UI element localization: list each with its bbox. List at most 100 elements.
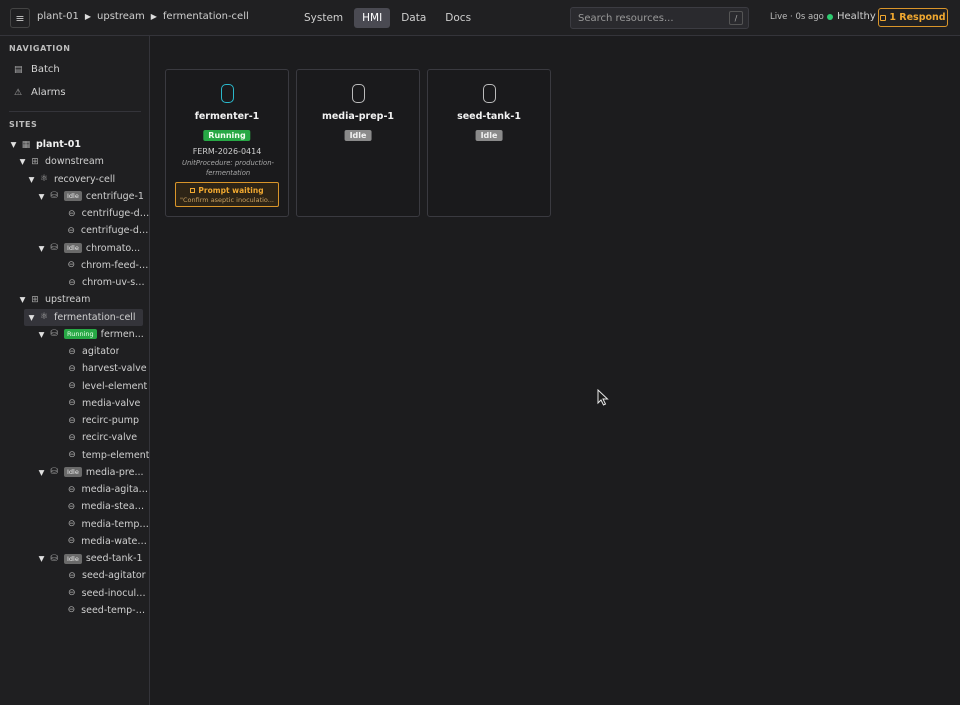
tree-item[interactable]: ⊖ centrifuge-dri... xyxy=(0,222,150,239)
tree-item[interactable]: ▼ ⛁ Idle chromato... xyxy=(0,240,150,257)
tab-hmi[interactable]: HMI xyxy=(354,8,391,28)
tree-item-label: chrom-feed-p... xyxy=(80,259,150,271)
batch-id: FERM-2026-0414 xyxy=(192,147,262,156)
tree-item[interactable]: ▼ ⛁ Idle centrifuge-1 xyxy=(0,188,150,205)
breadcrumb-item[interactable]: plant-01 xyxy=(37,11,79,22)
respond-button[interactable]: 1 Respond xyxy=(878,8,948,27)
tree-item-label: media-water-... xyxy=(81,535,150,547)
tab-system[interactable]: System xyxy=(296,8,351,28)
module-icon: ⊖ xyxy=(68,363,76,374)
prompt-square-icon xyxy=(880,14,887,21)
tree-item[interactable]: ▼ ⊞ upstream xyxy=(0,291,150,308)
tree-item[interactable]: ⊖ recirc-pump xyxy=(0,412,150,429)
tree-item[interactable]: ▼ ⛁ Idle seed-tank-1 xyxy=(0,550,150,567)
unit-card-fermenter-1[interactable]: fermenter-1 Running FERM-2026-0414 UnitP… xyxy=(165,69,289,217)
module-icon: ⊖ xyxy=(67,501,76,512)
nav-item-label: Alarms xyxy=(31,87,66,98)
unit-card-seed-tank-1[interactable]: seed-tank-1 Idle xyxy=(427,69,551,217)
expand-toggle-icon[interactable]: ▼ xyxy=(37,192,46,201)
module-icon: ⊖ xyxy=(68,381,76,391)
tree-item-label: chromato... xyxy=(85,242,141,254)
tree-item[interactable]: ⊖ media-water-... xyxy=(0,533,150,550)
expand-toggle-icon[interactable]: ▼ xyxy=(37,468,46,477)
area-icon: ⊞ xyxy=(31,156,39,167)
health-label: Healthy xyxy=(837,11,876,22)
expand-toggle-icon[interactable]: ▼ xyxy=(27,175,36,184)
expand-toggle-icon[interactable]: ▼ xyxy=(37,554,46,563)
module-icon: ⊖ xyxy=(67,225,75,236)
hamburger-icon[interactable]: ≡ xyxy=(10,8,30,28)
nav-item-alarms[interactable]: ⚠ Alarms xyxy=(14,87,66,98)
unit-icon: ⛁ xyxy=(50,329,58,340)
tree-item-label: recovery-cell xyxy=(54,173,116,185)
tree-item-label: fermen... xyxy=(100,328,144,340)
search-shortcut-key: / xyxy=(729,11,743,25)
tree-item-label: centrifuge-1 xyxy=(85,190,144,202)
tree-item[interactable]: ⊖ media-valve xyxy=(0,395,150,412)
breadcrumb-separator-icon: ▶ xyxy=(150,12,157,21)
unit-name: seed-tank-1 xyxy=(457,111,521,122)
tree-item[interactable]: ⊖ harvest-valve xyxy=(0,360,150,377)
vessel-icon xyxy=(483,84,496,103)
module-icon: ⊖ xyxy=(67,260,76,271)
tree-item[interactable]: ⊖ seed-inoculu... xyxy=(0,585,150,602)
tree-item-label: plant-01 xyxy=(36,139,81,150)
cell-icon: ⚛ xyxy=(39,312,49,322)
prompt-waiting-button[interactable]: Prompt waiting "Confirm aseptic inoculat… xyxy=(175,182,279,207)
tree-item[interactable]: ▼ ⚛ recovery-cell xyxy=(0,171,150,188)
tree-item-label: fermentation-cell xyxy=(54,311,136,323)
search-input[interactable] xyxy=(578,12,728,24)
tree-item[interactable]: ⊖ recirc-valve xyxy=(0,429,150,446)
unit-icon: ⛁ xyxy=(50,243,58,253)
tree-item[interactable]: ▼ ⊞ downstream xyxy=(0,153,150,170)
tree-item[interactable]: ⊖ chrom-feed-p... xyxy=(0,257,150,274)
tree-item-label: seed-tank-1 xyxy=(85,553,143,564)
breadcrumb-item-current[interactable]: fermentation-cell xyxy=(163,11,249,22)
tree-item[interactable]: ⊖ temp-element xyxy=(0,447,150,464)
status-badge: Running xyxy=(64,329,97,340)
tree-item[interactable]: ⊖ media-agitator xyxy=(0,481,150,498)
tab-data[interactable]: Data xyxy=(393,8,434,28)
module-icon: ⊖ xyxy=(67,208,76,219)
main-tabs: System HMI Data Docs xyxy=(296,8,482,28)
unit-icon: ⛁ xyxy=(50,191,58,202)
vessel-icon xyxy=(221,84,234,103)
tree-item[interactable]: ⊖ chrom-uv-se... xyxy=(0,274,150,291)
tree-item-label: recirc-valve xyxy=(82,432,138,444)
expand-toggle-icon[interactable]: ▼ xyxy=(9,140,18,149)
nav-item-batch[interactable]: ▤ Batch xyxy=(14,64,60,75)
top-bar: ≡ plant-01 ▶ upstream ▶ fermentation-cel… xyxy=(0,0,960,36)
area-icon: ⊞ xyxy=(31,294,39,305)
search-box: / xyxy=(570,7,749,29)
expand-toggle-icon[interactable]: ▼ xyxy=(27,313,36,322)
tree-item[interactable]: ▼ ⚛ fermentation-cell xyxy=(24,308,143,326)
status-badge: Idle xyxy=(64,553,82,564)
live-status: Live · 0s ago xyxy=(770,12,824,22)
tree-item[interactable]: ▼ ▦ plant-01 xyxy=(0,136,150,153)
expand-toggle-icon[interactable]: ▼ xyxy=(18,157,27,166)
tree-item[interactable]: ⊖ media-steam... xyxy=(0,498,150,515)
tree-item[interactable]: ⊖ media-temp-... xyxy=(0,516,150,533)
tree-item-label: centrifuge-dri... xyxy=(80,225,150,237)
tree-item[interactable]: ⊖ seed-agitator xyxy=(0,567,150,584)
tree-item-label: level-element xyxy=(82,380,148,392)
prompt-message: "Confirm aseptic inoculatio... xyxy=(180,196,274,204)
tree-item[interactable]: ⊖ level-element xyxy=(0,378,150,395)
expand-toggle-icon[interactable]: ▼ xyxy=(37,244,46,253)
tree-item-label: upstream xyxy=(45,294,91,306)
tab-docs[interactable]: Docs xyxy=(437,8,479,28)
sites-title: SITES xyxy=(9,120,38,129)
tree-item[interactable]: ⊖ centrifuge-di... xyxy=(0,205,150,222)
prompt-title: Prompt waiting xyxy=(176,186,278,195)
unit-name: fermenter-1 xyxy=(194,111,260,122)
unit-card-media-prep-1[interactable]: media-prep-1 Idle xyxy=(296,69,420,217)
expand-toggle-icon[interactable]: ▼ xyxy=(37,330,46,339)
expand-toggle-icon[interactable]: ▼ xyxy=(18,295,27,304)
tree-item[interactable]: ▼ ⛁ Running fermen... xyxy=(0,326,150,343)
tree-item[interactable]: ⊖ agitator xyxy=(0,343,150,360)
breadcrumb-item[interactable]: upstream xyxy=(97,11,145,22)
breadcrumb-separator-icon: ▶ xyxy=(84,12,92,21)
tree-item[interactable]: ▼ ⛁ Idle media-pre... xyxy=(0,464,150,481)
tree-item[interactable]: ⊖ seed-temp-el... xyxy=(0,602,150,619)
module-icon: ⊖ xyxy=(68,398,76,409)
